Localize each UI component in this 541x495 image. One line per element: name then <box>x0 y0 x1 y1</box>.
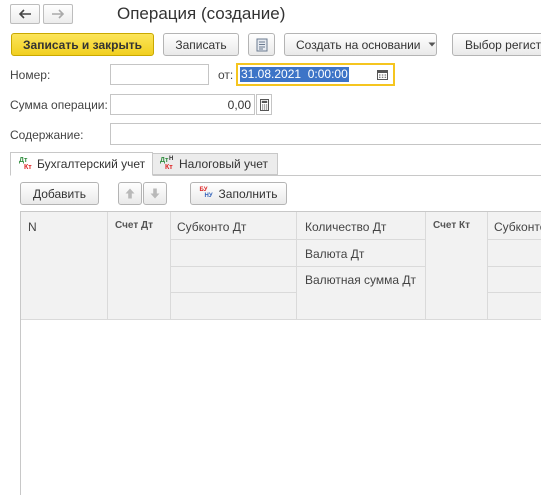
arrow-up-icon <box>125 188 135 199</box>
document-list-icon <box>256 38 267 51</box>
col-account-dt-header[interactable]: Счет Дт <box>115 220 153 231</box>
report-button[interactable] <box>248 33 275 56</box>
subconto-dt-sep <box>171 292 296 293</box>
create-based-on-label: Создать на основании <box>296 37 421 52</box>
col-subconto-dt-header[interactable]: Субконто Дт <box>177 220 246 234</box>
amount-field[interactable]: 0,00 <box>110 94 255 115</box>
col-subconto-kt-header[interactable]: Субконто <box>494 220 541 234</box>
content-label: Содержание: <box>10 128 84 142</box>
subconto-kt-sep <box>488 266 541 267</box>
move-down-button[interactable] <box>143 182 167 205</box>
forward-button[interactable] <box>43 4 73 24</box>
date-label: от: <box>218 68 234 82</box>
arrow-down-icon <box>150 188 160 199</box>
select-register-button[interactable]: Выбор регист <box>452 33 541 56</box>
dt-kt-tax-icon: Дт Н Кт <box>160 156 174 171</box>
create-based-on-button[interactable]: Создать на основании <box>284 33 437 56</box>
move-up-button[interactable] <box>118 182 142 205</box>
col-account-kt-header[interactable]: Счет Кт <box>433 220 470 231</box>
header-divider <box>21 319 541 320</box>
fill-button-label: Заполнить <box>218 186 278 201</box>
col-n-header[interactable]: N <box>28 220 37 234</box>
add-row-button[interactable]: Добавить <box>20 182 99 205</box>
number-field[interactable] <box>110 64 209 85</box>
arrow-right-icon <box>52 9 65 19</box>
content-field[interactable] <box>110 123 541 145</box>
dt-kt-icon: Дт Кт <box>19 157 32 171</box>
number-label: Номер: <box>10 68 51 82</box>
calculator-button[interactable] <box>256 94 272 115</box>
tab-tax-label: Налоговый учет <box>179 157 268 171</box>
col-currency-dt-header[interactable]: Валюта Дт <box>305 247 364 261</box>
save-and-close-button[interactable]: Записать и закрыть <box>11 33 154 56</box>
col-sep <box>107 212 108 319</box>
tab-accounting[interactable]: Дт Кт Бухгалтерский учет <box>10 152 153 176</box>
page-title: Операция (создание) <box>117 4 286 23</box>
chevron-down-icon <box>428 42 435 47</box>
entries-table[interactable]: N Счет Дт Субконто Дт Количество Дт Валю… <box>20 211 541 495</box>
date-value: 31.08.2021 0:00:00 <box>240 67 349 82</box>
col-qty-dt-header[interactable]: Количество Дт <box>305 220 386 234</box>
date-field[interactable]: 31.08.2021 0:00:00 <box>236 63 395 86</box>
tab-tax[interactable]: Дт Н Кт Налоговый учет <box>153 153 278 175</box>
fill-button[interactable]: БУ НУ Заполнить <box>190 182 287 205</box>
col-sep <box>425 212 426 319</box>
calculator-icon <box>259 98 269 111</box>
arrow-left-icon <box>18 9 31 19</box>
subconto-dt-sep <box>171 266 296 267</box>
save-button[interactable]: Записать <box>163 33 239 56</box>
amount-label: Сумма операции: <box>10 98 108 112</box>
subconto-kt-sep <box>488 239 541 240</box>
subconto-kt-sep <box>488 292 541 293</box>
back-button[interactable] <box>10 4 40 24</box>
qty-dt-sep <box>297 239 425 240</box>
col-currency-sum-dt-header[interactable]: Валютная сумма Дт <box>305 273 416 287</box>
qty-dt-sep <box>297 266 425 267</box>
amount-value: 0,00 <box>227 98 251 112</box>
calendar-icon[interactable] <box>377 69 388 80</box>
fill-icon: БУ НУ <box>199 187 213 199</box>
tab-accounting-label: Бухгалтерский учет <box>37 157 146 171</box>
subconto-dt-sep <box>171 239 296 240</box>
